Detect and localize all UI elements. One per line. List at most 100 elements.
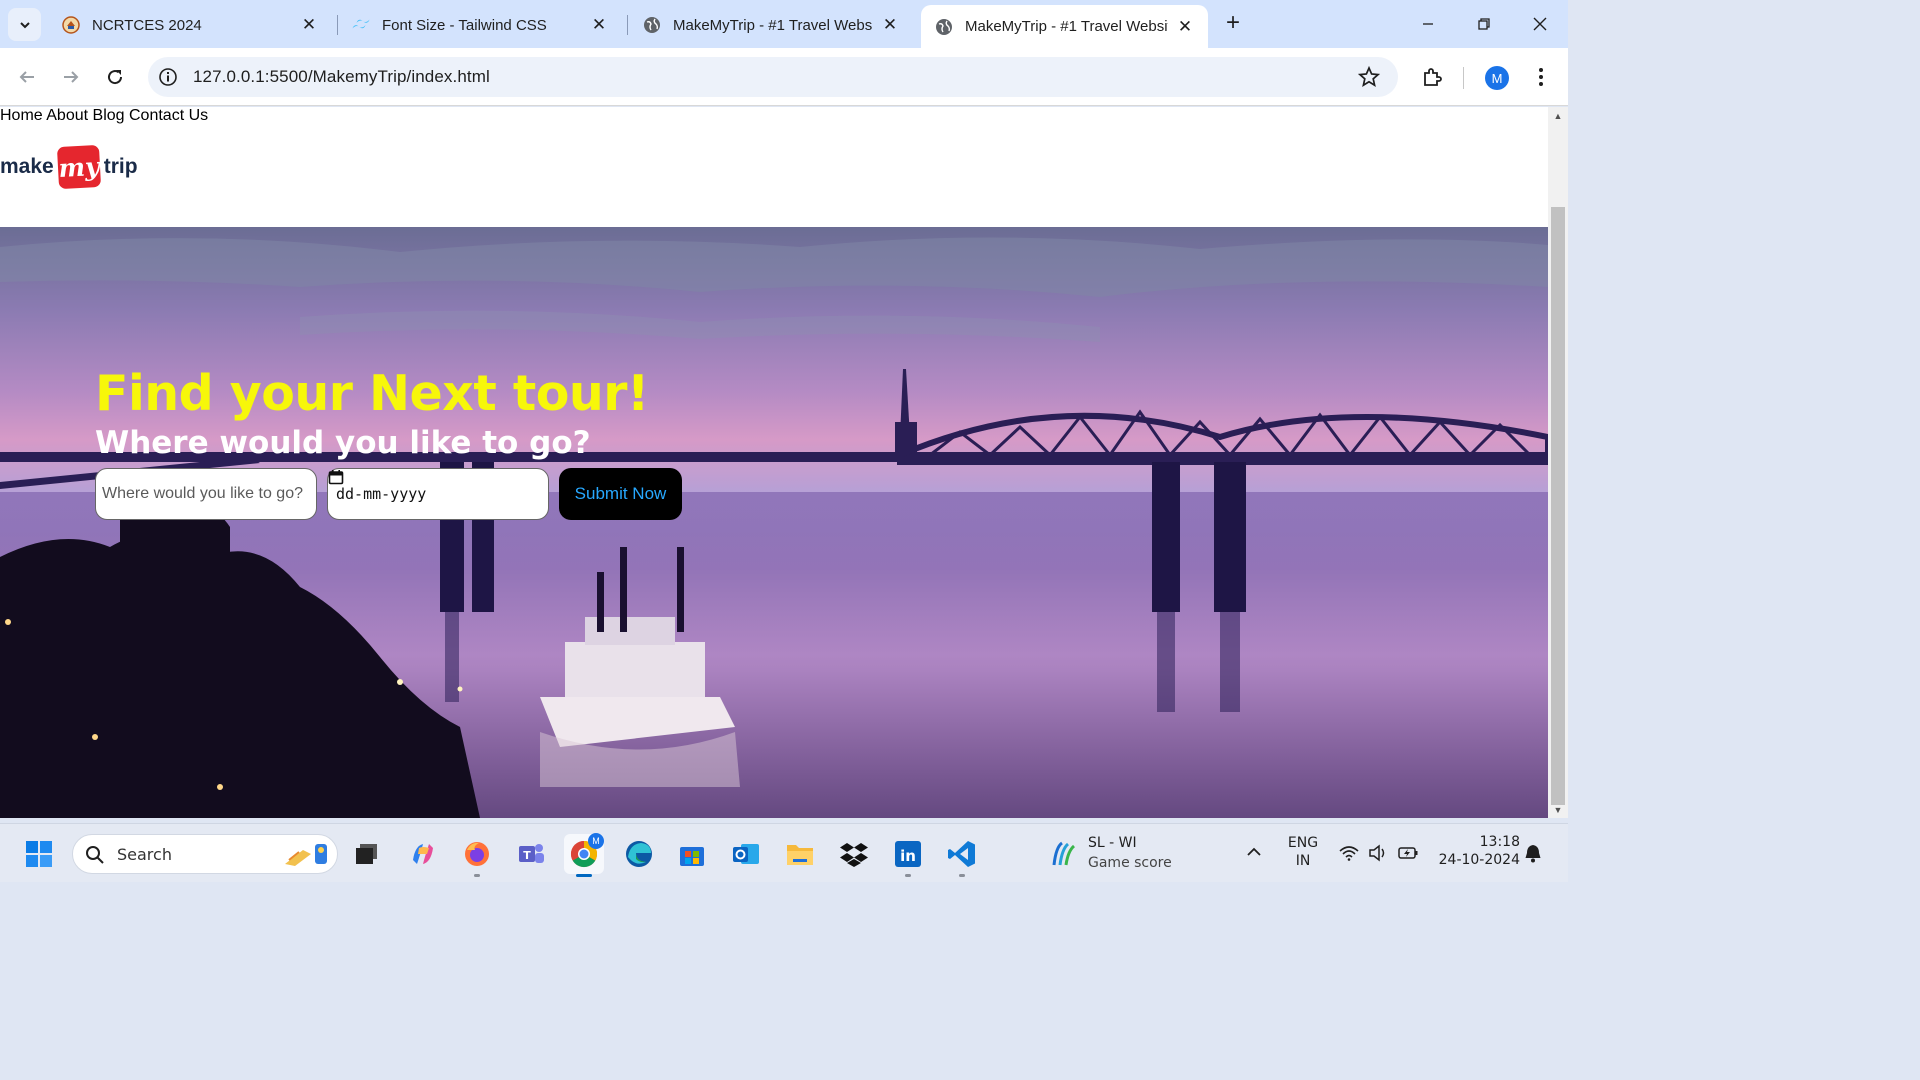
scrollbar-thumb[interactable] [1551, 207, 1565, 805]
taskbar-search-label: Search [117, 845, 172, 864]
close-icon[interactable]: ✕ [879, 14, 901, 36]
windows-taskbar: Search T M in SL - WI Game score ENG IN … [0, 823, 1568, 882]
new-tab-button[interactable]: + [1220, 11, 1246, 37]
file-explorer-icon[interactable] [780, 834, 820, 874]
address-bar[interactable]: 127.0.0.1:5500/MakemyTrip/index.html [148, 57, 1398, 97]
browser-menu-button[interactable] [1528, 64, 1554, 90]
url-text[interactable]: 127.0.0.1:5500/MakemyTrip/index.html [193, 67, 490, 87]
app-running-indicator [959, 874, 965, 877]
tab-ncrtces[interactable]: NCRTCES 2024 ✕ [48, 5, 332, 45]
tab-tailwind[interactable]: Font Size - Tailwind CSS ✕ [338, 5, 622, 45]
tab-search-button[interactable] [8, 8, 41, 41]
windows-start-icon[interactable] [19, 834, 59, 874]
scroll-up-arrow-icon[interactable]: ▲ [1553, 111, 1563, 121]
submit-button[interactable]: Submit Now [559, 468, 682, 520]
teams-icon[interactable]: T [511, 834, 551, 874]
logo-trip-text: trip [103, 155, 138, 178]
chevron-down-icon [19, 21, 30, 28]
hero-subtitle: Where would you like to go? [95, 425, 591, 461]
site-info-icon[interactable] [158, 67, 178, 87]
chrome-icon[interactable]: M [564, 833, 604, 874]
svg-text:in: in [900, 847, 916, 865]
site-logo[interactable]: make my trip [0, 144, 138, 190]
notification-bell-icon[interactable] [1524, 843, 1542, 863]
news-widget[interactable]: SL - WI Game score [1048, 833, 1208, 875]
page-scrollbar[interactable]: ▲ ▼ [1548, 107, 1568, 818]
search-icon [86, 846, 104, 864]
destination-field[interactable] [95, 468, 317, 520]
show-hidden-icons-button[interactable] [1247, 844, 1267, 864]
volume-icon[interactable] [1368, 844, 1388, 862]
nav-about[interactable]: About [46, 107, 88, 124]
vscode-icon[interactable] [942, 834, 982, 874]
cricket-score-icon [1052, 841, 1076, 866]
extensions-button[interactable] [1419, 64, 1445, 90]
browser-toolbar: 127.0.0.1:5500/MakemyTrip/index.html [0, 48, 1568, 106]
close-icon[interactable]: ✕ [1174, 16, 1196, 38]
wifi-icon[interactable] [1339, 845, 1359, 861]
task-view-icon[interactable] [347, 834, 387, 874]
forward-button[interactable] [57, 63, 85, 91]
nav-contact-us[interactable]: Contact Us [129, 107, 208, 124]
language-indicator[interactable]: ENG IN [1283, 835, 1323, 875]
site-header: make my trip Home About Blog Contact Us [0, 107, 1548, 227]
tailwind-icon [352, 16, 370, 34]
taskbar-search-box[interactable]: Search [72, 834, 338, 874]
nav-blog[interactable]: Blog [93, 107, 125, 124]
widget-subtitle: Game score [1088, 855, 1172, 871]
app-running-indicator [474, 874, 480, 877]
dropbox-icon[interactable] [834, 834, 874, 874]
page-viewport: make my trip Home About Blog Contact Us [0, 107, 1548, 818]
back-button[interactable] [13, 63, 41, 91]
logo-make-text: make [0, 155, 54, 178]
reload-button[interactable] [101, 63, 129, 91]
svg-text:T: T [523, 849, 531, 862]
outlook-icon[interactable] [726, 834, 766, 874]
logo-my-badge: my [56, 144, 101, 190]
nav-home[interactable]: Home [0, 107, 43, 124]
close-window-button[interactable] [1512, 0, 1568, 48]
minimize-icon [1423, 23, 1433, 25]
globe-icon [643, 16, 661, 34]
chrome-profile-badge: M [588, 833, 604, 849]
tab-title: MakeMyTrip - #1 Travel Website [965, 18, 1168, 35]
reload-icon [108, 70, 123, 85]
toolbar-separator [1463, 67, 1464, 89]
puzzle-icon [1424, 68, 1442, 86]
app-running-indicator [905, 874, 911, 877]
close-icon[interactable]: ✕ [298, 14, 320, 36]
tab-makemytrip-active[interactable]: MakeMyTrip - #1 Travel Website ✕ [921, 5, 1208, 48]
more-vertical-icon [1539, 68, 1543, 86]
chevron-up-icon [1247, 847, 1261, 856]
minimize-button[interactable] [1400, 0, 1456, 48]
hero-background-image [0, 237, 1548, 818]
close-icon[interactable]: ✕ [588, 14, 610, 36]
language-line1: ENG [1287, 835, 1319, 851]
clock[interactable]: 13:18 24-10-2024 [1432, 834, 1520, 876]
firefox-icon[interactable] [457, 834, 497, 874]
search-highlight-icon [285, 844, 327, 866]
calendar-icon[interactable] [328, 469, 344, 485]
scroll-down-arrow-icon[interactable]: ▼ [1553, 805, 1563, 815]
date-input-placeholder[interactable]: dd-mm-yyyy [336, 485, 540, 503]
browser-tab-strip: NCRTCES 2024 ✕ Font Size - Tailwind CSS … [0, 0, 1568, 48]
bookmark-star-icon[interactable] [1358, 66, 1380, 88]
copilot-icon[interactable] [403, 834, 443, 874]
close-icon [1533, 17, 1547, 31]
university-crest-icon [62, 16, 80, 34]
restore-button[interactable] [1456, 0, 1512, 48]
tab-makemytrip[interactable]: MakeMyTrip - #1 Travel Website ✕ [629, 5, 913, 45]
microsoft-store-icon[interactable] [672, 834, 712, 874]
widget-title: SL - WI [1088, 835, 1137, 851]
language-line2: IN [1295, 853, 1311, 869]
date-field[interactable]: dd-mm-yyyy [327, 468, 549, 520]
tab-separator [627, 15, 628, 35]
edge-icon[interactable] [619, 834, 659, 874]
tab-title: Font Size - Tailwind CSS [382, 16, 547, 34]
profile-avatar[interactable]: M [1485, 66, 1509, 90]
restore-icon [1478, 18, 1490, 30]
linkedin-icon[interactable]: in [888, 834, 928, 874]
battery-charging-icon[interactable] [1398, 844, 1420, 862]
destination-input[interactable] [96, 469, 316, 519]
tab-title: MakeMyTrip - #1 Travel Website [673, 16, 873, 34]
